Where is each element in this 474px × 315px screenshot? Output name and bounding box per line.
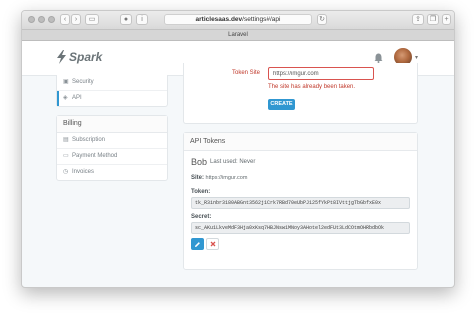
secret-label: Secret: [191, 214, 212, 220]
reload-icon[interactable]: ↻ [317, 14, 327, 25]
bolt-icon [57, 50, 66, 64]
token-site-line: Site: https://imgur.com [191, 175, 247, 181]
sidebar-item-label: Invoices [72, 169, 95, 175]
browser-window: ‹ › ▭ ● i articlesaas.dev/settings#/api … [21, 10, 455, 288]
url-path: /settings#/api [242, 16, 281, 23]
sidebar-item-label: Payment Method [72, 153, 118, 159]
forward-button[interactable]: › [71, 14, 81, 25]
billing-heading: Billing [57, 116, 167, 133]
site-label: Site: [191, 175, 205, 181]
address-bar[interactable]: articlesaas.dev/settings#/api [164, 14, 312, 25]
close-icon [210, 241, 215, 247]
credit-card-icon: ▭ [63, 153, 69, 159]
token-site-error: The site has already been taken. [268, 84, 356, 90]
delete-token-button[interactable] [206, 238, 219, 250]
token-last-used: Last used: Never [210, 159, 256, 165]
api-tokens-heading: API Tokens [184, 133, 417, 151]
sidebar-item-security[interactable]: ▣ Security [57, 75, 167, 90]
api-tokens-card: API Tokens Bob Last used: Never Site: ht… [183, 132, 418, 270]
main-content: Token Site The site has already been tak… [183, 63, 418, 270]
sidebar-item-label: API [72, 95, 82, 101]
tabs-icon[interactable]: ❐ [427, 14, 439, 25]
sidebar-item-api[interactable]: ◈ API [57, 90, 167, 106]
site-value: https://imgur.com [205, 175, 248, 181]
settings-sidebar: ▣ Security ◈ API Billing ▤ Subscription ▭ Pa… [56, 75, 168, 181]
back-button[interactable]: ‹ [60, 14, 70, 25]
sidebar-item-invoices[interactable]: ◷ Invoices [57, 164, 167, 180]
sidebar-item-label: Security [72, 79, 94, 85]
token-site-label: Token Site [232, 70, 261, 76]
token-label: Token: [191, 189, 211, 195]
history-icon: ◷ [63, 169, 69, 175]
share-icon[interactable]: ⇪ [412, 14, 424, 25]
browser-toolbar: ‹ › ▭ ● i articlesaas.dev/settings#/api … [22, 11, 454, 30]
active-indicator [57, 91, 59, 106]
shopping-bag-icon: ▤ [63, 137, 69, 143]
brand-name: Spark [69, 50, 103, 64]
tab-title: Laravel [228, 32, 248, 38]
settings-nav-card: ▣ Security ◈ API [56, 75, 168, 107]
sidebar-toggle-icon[interactable]: ▭ [85, 14, 99, 25]
bell-icon[interactable] [374, 53, 383, 63]
edit-token-button[interactable] [191, 238, 204, 250]
token-name: Bob [191, 157, 208, 167]
new-tab-button[interactable]: + [442, 14, 451, 25]
close-window-button[interactable] [28, 16, 35, 23]
lock-icon: ▣ [63, 79, 69, 85]
browser-tab[interactable]: Laravel [22, 30, 454, 41]
url-host: articlesaas.dev [195, 16, 243, 23]
minimize-window-button[interactable] [38, 16, 45, 23]
zoom-window-button[interactable] [48, 16, 55, 23]
create-button[interactable]: CREATE [268, 99, 295, 110]
sidebar-item-payment-method[interactable]: ▭ Payment Method [57, 148, 167, 164]
create-token-card: Token Site The site has already been tak… [183, 63, 418, 124]
sidebar-item-label: Subscription [72, 137, 106, 143]
sidebar-item-subscription[interactable]: ▤ Subscription [57, 133, 167, 148]
cubes-icon: ◈ [63, 95, 68, 101]
secret-value-field[interactable]: sc_AKu1LkveMdF3Hja0xKsq7HBJNsw1MNoy3AHot… [191, 222, 410, 234]
chevron-down-icon[interactable]: ▾ [415, 54, 418, 61]
info-icon[interactable]: i [136, 14, 148, 25]
billing-nav-card: Billing ▤ Subscription ▭ Payment Method ◷ I… [56, 115, 168, 181]
shield-icon[interactable]: ● [120, 14, 132, 25]
token-value-field[interactable]: tk_R3inbr3180ABGnt3562j1Crk7RBd70eUbPJ12… [191, 197, 410, 209]
pencil-icon [195, 241, 200, 247]
token-site-input[interactable] [268, 67, 374, 80]
